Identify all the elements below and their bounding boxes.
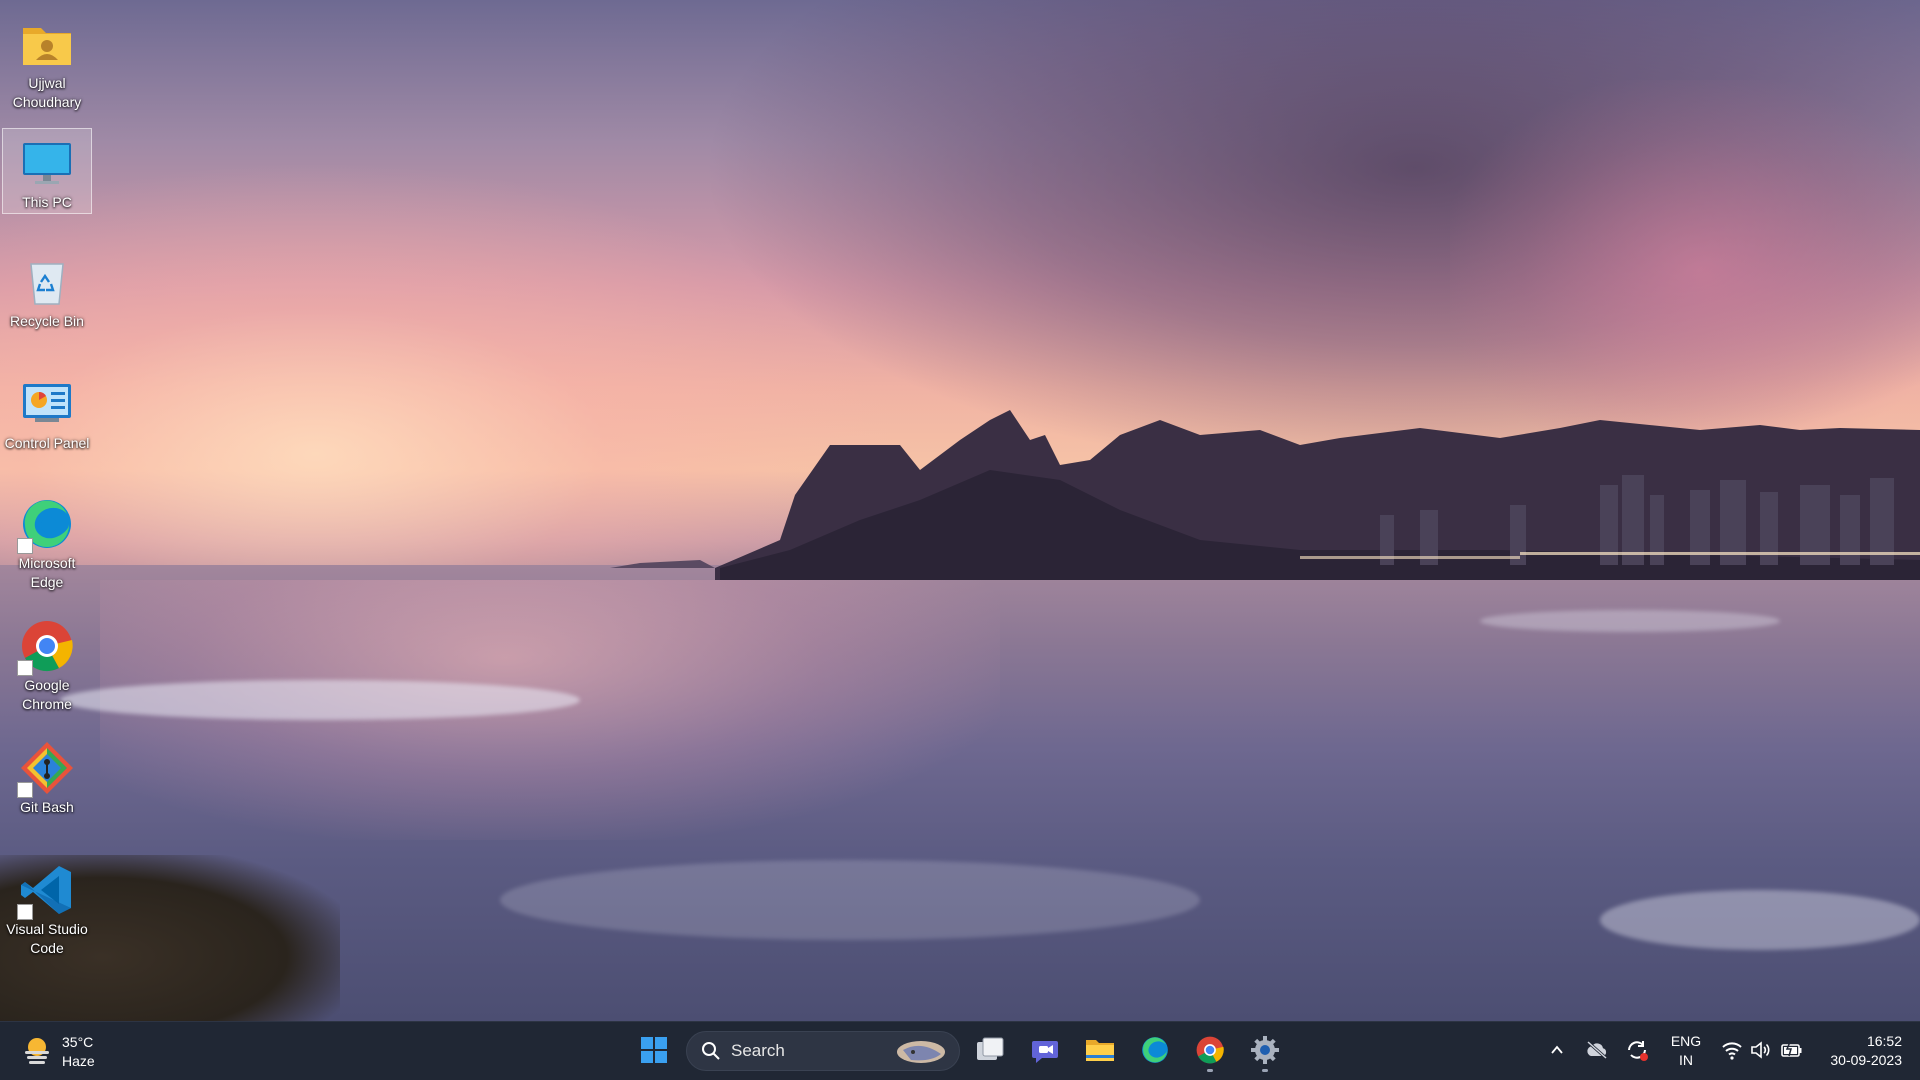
shortcut-arrow-icon	[17, 782, 33, 798]
clock-time: 16:52	[1866, 1033, 1902, 1049]
recycle-bin-icon	[19, 254, 75, 310]
windows-start-icon	[640, 1036, 668, 1069]
language-code: ENG	[1670, 1033, 1702, 1049]
input-language-button[interactable]: ENG IN	[1668, 1032, 1704, 1070]
chrome-icon	[17, 618, 75, 676]
wave	[500, 860, 1200, 940]
sync-tray-button[interactable]	[1625, 1040, 1649, 1064]
battery-tray-button[interactable]	[1780, 1040, 1804, 1064]
search-label: Search	[731, 1041, 785, 1060]
weather-widget[interactable]: 35°C Haze	[22, 1030, 95, 1074]
desktop-icon-control-panel[interactable]: Control Panel	[2, 370, 92, 460]
edge-taskbar-button[interactable]	[1133, 1030, 1177, 1074]
wifi-icon	[1721, 1040, 1743, 1065]
edge-icon	[1140, 1035, 1170, 1070]
desktop-icon-git-bash[interactable]: Git Bash	[2, 734, 92, 826]
teams-chat-button[interactable]	[1023, 1030, 1067, 1074]
user-folder-icon	[19, 16, 75, 72]
desktop-icon-google-chrome[interactable]: Google Chrome	[2, 612, 92, 722]
chevron-up-icon	[1549, 1042, 1565, 1063]
chrome-icon	[1195, 1035, 1225, 1070]
running-indicator	[1207, 1069, 1213, 1072]
monitor-icon	[19, 135, 75, 191]
shortcut-arrow-icon	[17, 538, 33, 554]
network-tray-button[interactable]	[1720, 1040, 1744, 1064]
task-view-button[interactable]	[968, 1030, 1012, 1074]
taskbar-search-box[interactable]: Search	[686, 1031, 960, 1071]
sync-icon	[1625, 1038, 1649, 1067]
start-button[interactable]	[632, 1030, 676, 1074]
control-panel-icon	[19, 376, 75, 432]
vscode-icon	[17, 862, 75, 920]
clock-date: 30-09-2023	[1830, 1052, 1902, 1068]
desktop-icon-microsoft-edge[interactable]: Microsoft Edge	[2, 490, 92, 600]
task-view-icon	[975, 1036, 1005, 1069]
desktop-icon-label: Ujjwal Choudhary	[12, 75, 82, 110]
running-indicator	[1262, 1069, 1268, 1072]
desktop-icon-recycle-bin[interactable]: Recycle Bin	[2, 248, 92, 338]
desktop-icon-label: Google Chrome	[22, 677, 72, 712]
desktop-icon-label: Recycle Bin	[10, 313, 84, 329]
battery-charging-icon	[1780, 1040, 1804, 1065]
desktop-icon-this-pc[interactable]: This PC	[2, 128, 92, 214]
desktop-icon-label: Control Panel	[4, 435, 90, 451]
wave	[1600, 890, 1920, 950]
taskbar: 35°C Haze Search ENG IN 16:52 30-09-2023	[0, 1021, 1920, 1080]
chrome-taskbar-button[interactable]	[1188, 1030, 1232, 1074]
region-code: IN	[1679, 1052, 1693, 1068]
wave	[60, 680, 580, 720]
volume-tray-button[interactable]	[1749, 1040, 1773, 1064]
settings-taskbar-button[interactable]	[1243, 1030, 1287, 1074]
gear-icon	[1250, 1035, 1280, 1070]
weather-condition: Haze	[62, 1053, 95, 1069]
shortcut-arrow-icon	[17, 660, 33, 676]
mountains-silhouette	[610, 410, 1920, 580]
desktop-icon-visual-studio-code[interactable]: Visual Studio Code	[2, 856, 92, 966]
desktop-icon-user-folder[interactable]: Ujjwal Choudhary	[2, 10, 92, 110]
wave	[1480, 610, 1780, 632]
edge-icon	[17, 496, 75, 554]
desktop-icon-label: Microsoft Edge	[18, 555, 76, 590]
weather-temperature: 35°C	[62, 1034, 94, 1050]
search-highlight-icon	[893, 1036, 951, 1071]
search-icon	[701, 1041, 721, 1061]
speaker-icon	[1750, 1040, 1772, 1065]
shortcut-arrow-icon	[17, 904, 33, 920]
desktop-icon-label: This PC	[22, 194, 72, 210]
folder-icon	[1084, 1036, 1116, 1069]
cloud-off-icon	[1585, 1040, 1609, 1065]
desktop-wallpaper[interactable]: Ujjwal Choudhary This PC Recycle Bin Con…	[0, 0, 1920, 1021]
clock-button[interactable]: 16:52 30-09-2023	[1818, 1032, 1902, 1070]
desktop-icon-label: Visual Studio Code	[6, 921, 88, 956]
file-explorer-button[interactable]	[1078, 1030, 1122, 1074]
teams-chat-icon	[1030, 1035, 1060, 1070]
desktop-icon-label: Git Bash	[20, 799, 74, 815]
show-hidden-icons-button[interactable]	[1545, 1040, 1569, 1064]
git-bash-icon	[17, 740, 75, 798]
onedrive-tray-button[interactable]	[1585, 1040, 1609, 1064]
sun-haze-icon	[22, 1035, 52, 1070]
